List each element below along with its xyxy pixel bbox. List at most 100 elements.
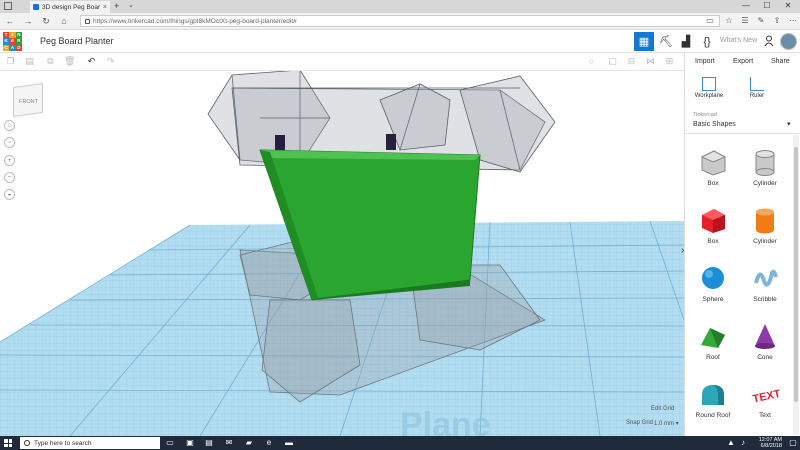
import-button[interactable]: Import [695, 58, 715, 65]
task-view-icon[interactable]: ▭ [165, 438, 175, 448]
shape-item-round-roof[interactable]: Round Roof [691, 379, 735, 419]
copy-icon[interactable]: ❐ [5, 56, 16, 67]
scene-svg: Plane [0, 71, 684, 436]
light-bulb-icon[interactable]: ○ [586, 56, 597, 67]
shape-item-box-hole[interactable]: Box [691, 147, 735, 187]
align-icon[interactable]: ⊟ [626, 56, 637, 67]
library-select[interactable]: Basic Shapes [693, 121, 736, 128]
snap-grid-select[interactable]: 1.0 mm ▾ [654, 420, 679, 427]
shapes-scroll-thumb[interactable] [794, 147, 798, 402]
box-hole-icon [698, 147, 728, 177]
home-view-icon[interactable]: ⌂ [4, 120, 15, 131]
taskbar-clock[interactable]: 12:07 AM 6/8/2018 [752, 437, 782, 449]
workplane-tool[interactable]: Workplane [689, 77, 729, 99]
photos-icon[interactable]: ▤ [204, 438, 214, 448]
url-field[interactable]: https://www.tinkercad.com/things/gpt8kMO… [80, 15, 720, 27]
taskbar-search[interactable]: Type here to search [20, 437, 160, 449]
library-caret-icon[interactable]: ▾ [787, 120, 791, 128]
codeblocks-icon[interactable]: ⛏ [656, 32, 676, 51]
network-icon[interactable]: ▲ [726, 438, 736, 448]
mirror-icon[interactable]: ⋈ [645, 56, 656, 67]
shape-item-cylinder-hole[interactable]: Cylinder [743, 147, 787, 187]
notifications-icon[interactable]: ▢ [788, 438, 798, 448]
shape-item-sphere[interactable]: Sphere [691, 263, 735, 303]
window-close-button[interactable]: ✕ [778, 0, 798, 13]
notes-icon[interactable]: ✎ [756, 16, 766, 26]
shape-label: Cone [757, 354, 773, 361]
tab-actions-icon[interactable] [4, 2, 12, 10]
undo-icon[interactable]: ↶ [86, 56, 97, 67]
edit-toolbar: ❐ ▤ ⧉ 🗑 ↶ ↷ ○ ▢ ⊟ ⋈ ⊞ [0, 53, 684, 71]
browser-tab[interactable]: 3D design Peg Board Pl × [30, 1, 110, 13]
peg-left[interactable] [275, 135, 285, 151]
store-icon[interactable]: ▣ [185, 438, 195, 448]
roof-icon [698, 321, 728, 351]
fit-view-icon[interactable]: ▫ [4, 137, 15, 148]
edge-browser-icon[interactable]: e [264, 438, 274, 448]
svg-text:TEXT: TEXT [752, 388, 780, 406]
3d-design-view-icon[interactable]: ▦ [634, 32, 654, 51]
round-roof-icon [698, 379, 728, 409]
forward-icon[interactable]: → [22, 15, 34, 27]
minimize-button[interactable]: — [736, 0, 756, 13]
more-icon[interactable]: ⋯ [788, 16, 798, 26]
paste-icon[interactable]: ▤ [24, 56, 35, 67]
peg-right[interactable] [386, 134, 396, 150]
refresh-icon[interactable]: ↻ [40, 15, 52, 27]
shape-item-box[interactable]: Box [691, 205, 735, 245]
volume-icon[interactable]: ♪ [738, 438, 748, 448]
duplicate-icon[interactable]: ⧉ [45, 56, 56, 67]
ruler-icon [750, 77, 764, 91]
edit-grid-button[interactable]: Edit Grid [651, 406, 674, 412]
tab-close-icon[interactable]: × [103, 4, 107, 11]
zoom-out-icon[interactable]: − [4, 172, 15, 183]
reading-view-icon[interactable]: ▭ [705, 16, 715, 26]
tab-title: 3D design Peg Board Pl [42, 3, 100, 11]
perspective-icon[interactable]: ◒ [4, 189, 15, 200]
shape-item-roof[interactable]: Roof [691, 321, 735, 361]
export-button[interactable]: Export [733, 58, 753, 65]
shape-item-cylinder[interactable]: Cylinder [743, 205, 787, 245]
delete-icon[interactable]: 🗑 [64, 56, 75, 67]
user-icon[interactable] [764, 35, 774, 47]
scribble-icon [750, 263, 780, 293]
explorer-folder-icon[interactable]: ▬ [284, 438, 294, 448]
tinkercad-favicon-icon [33, 4, 39, 10]
lock-icon [85, 18, 90, 24]
shape-item-text-shape[interactable]: TEXT Text [743, 379, 787, 419]
new-tab-button[interactable]: + [114, 1, 119, 11]
workplane-canvas[interactable]: Plane FRONT ⌂ ▫ + − ◒ Edit Grid Snap Gri… [0, 71, 684, 436]
code-braces-icon[interactable]: {} [697, 32, 717, 51]
share-icon[interactable]: ⇪ [772, 16, 782, 26]
note-icon[interactable]: ▢ [607, 56, 618, 67]
back-icon[interactable]: ← [4, 15, 16, 27]
tab-list-button[interactable]: ⌄ [128, 1, 134, 9]
shape-item-cone[interactable]: Cone [743, 321, 787, 361]
shape-item-scribble[interactable]: Scribble [743, 263, 787, 303]
favorites-hub-icon[interactable]: ☰ [740, 16, 750, 26]
share-button[interactable]: Share [771, 58, 790, 65]
file-explorer-icon[interactable]: ▰ [244, 438, 254, 448]
browser-tab-strip: 3D design Peg Board Pl × + ⌄ — ☐ ✕ [0, 0, 800, 13]
lego-bricks-icon[interactable]: ▟ [676, 32, 696, 51]
ruler-tool[interactable]: Ruler [737, 77, 777, 99]
favorite-star-icon[interactable]: ☆ [724, 16, 734, 26]
shape-label: Cylinder [753, 180, 777, 187]
windows-start-icon[interactable] [4, 439, 12, 447]
avatar[interactable] [780, 33, 797, 50]
whats-new-link[interactable]: What's New [720, 37, 757, 44]
cylinder-icon [750, 205, 780, 235]
design-title[interactable]: Peg Board Planter [40, 36, 114, 46]
maximize-button[interactable]: ☐ [757, 0, 777, 13]
group-icon[interactable]: ⊞ [664, 56, 675, 67]
mail-icon[interactable]: ✉ [224, 438, 234, 448]
cylinder-hole-icon [750, 147, 780, 177]
text-shape-icon: TEXT [750, 379, 782, 409]
shape-label: Scribble [753, 296, 777, 303]
tinkercad-logo[interactable]: TINKERCAD [3, 32, 22, 51]
url-text: https://www.tinkercad.com/things/gpt8kMO… [93, 17, 297, 25]
taskbar-search-placeholder: Type here to search [34, 439, 92, 447]
zoom-in-icon[interactable]: + [4, 155, 15, 166]
redo-icon[interactable]: ↷ [105, 56, 116, 67]
home-icon[interactable]: ⌂ [58, 15, 70, 27]
